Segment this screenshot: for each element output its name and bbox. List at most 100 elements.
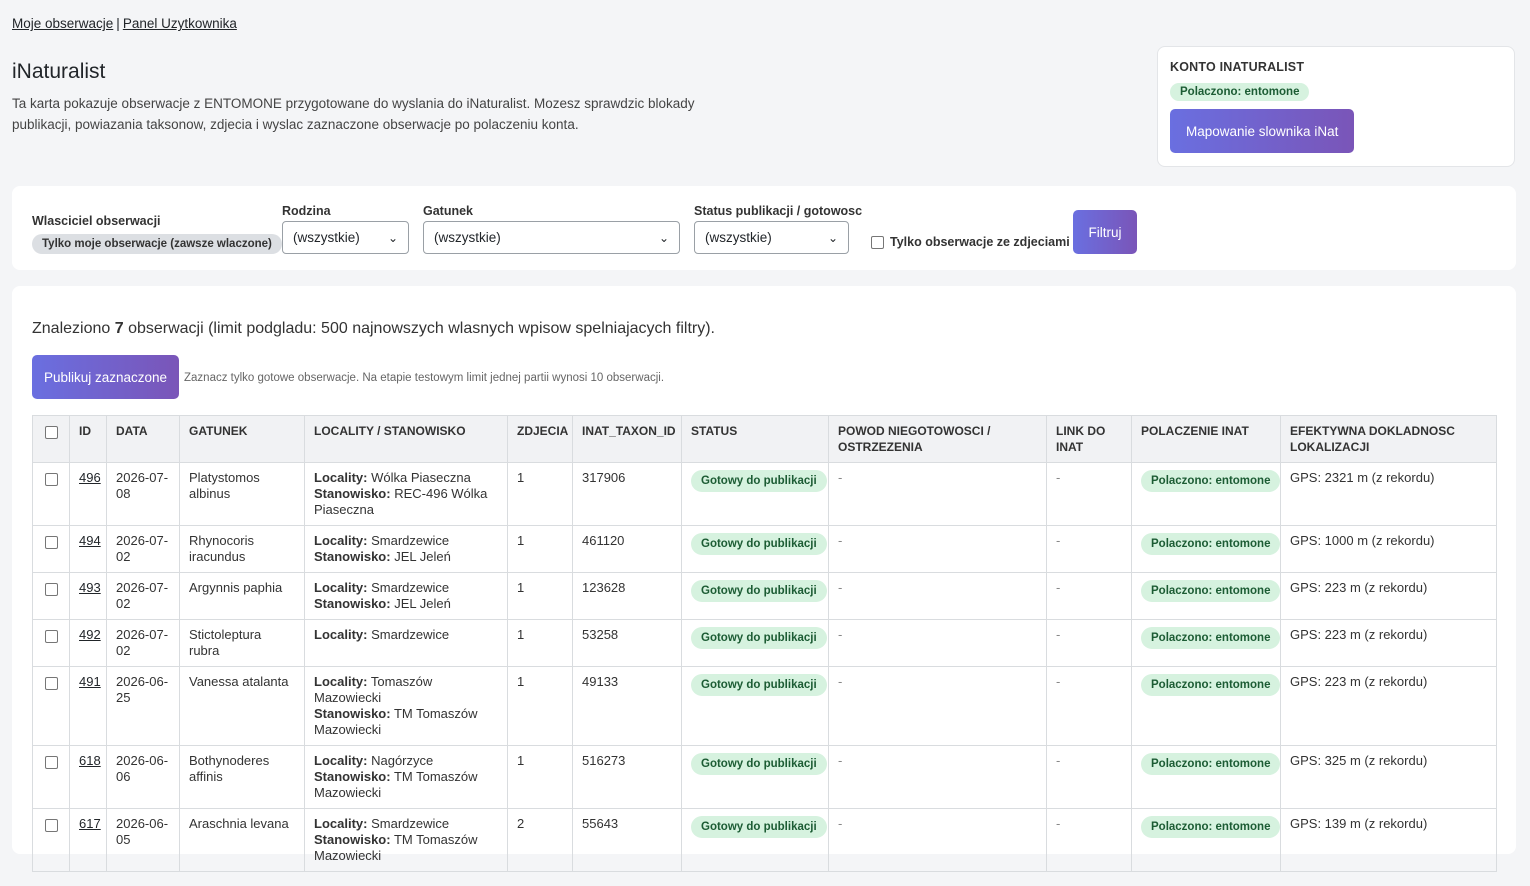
locality-label: Locality: (314, 816, 368, 831)
connection-badge: Polaczono: entomone (1141, 674, 1281, 696)
nav-link-my-observations[interactable]: Moje obserwacje (12, 16, 113, 31)
species-cell: Rhynocoris iracundus (179, 525, 305, 573)
family-select-value: (wszystkie) (293, 230, 360, 245)
observation-id-link[interactable]: 494 (79, 533, 101, 548)
connection-cell: Polaczono: entomone (1131, 745, 1281, 809)
status-label: Status publikacji / gotowosc (694, 204, 863, 218)
taxon-cell: 55643 (572, 808, 682, 872)
photos-only-filter: Tylko obserwacje ze zdjeciami (871, 235, 1070, 249)
row-checkbox[interactable] (44, 756, 58, 769)
col-locality: LOCALITY / STANOWISKO (304, 415, 508, 463)
link-cell: - (1046, 619, 1132, 667)
connection-badge: Polaczono: entomone (1141, 580, 1281, 602)
family-label: Rodzina (282, 204, 331, 218)
observation-id-link[interactable]: 492 (79, 627, 101, 642)
row-checkbox[interactable] (44, 583, 58, 596)
found-suffix: obserwacji (limit podgladu: 500 najnowsz… (123, 320, 715, 337)
observation-id-link[interactable]: 491 (79, 674, 101, 689)
link-cell: - (1046, 745, 1132, 809)
id-cell: 492 (69, 619, 107, 667)
row-checkbox[interactable] (44, 536, 58, 549)
select-all-cell (32, 415, 70, 463)
connection-cell: Polaczono: entomone (1131, 666, 1281, 746)
connection-cell: Polaczono: entomone (1131, 808, 1281, 872)
locality-cell: Locality: Smardzewice Stanowisko: JEL Jel… (304, 572, 508, 620)
taxon-cell: 317906 (572, 462, 682, 526)
species-select[interactable]: (wszystkie) ⌄ (423, 221, 680, 254)
status-select-value: (wszystkie) (705, 230, 772, 245)
photos-only-label: Tylko obserwacje ze zdjeciami (890, 235, 1070, 249)
connection-cell: Polaczono: entomone (1131, 572, 1281, 620)
id-cell: 493 (69, 572, 107, 620)
site-value: JEL Jeleń (394, 549, 451, 564)
date-cell: 2026-07-08 (106, 462, 180, 526)
photos-cell: 1 (507, 619, 573, 667)
observation-id-link[interactable]: 617 (79, 816, 101, 831)
row-select-cell (32, 619, 70, 667)
locality-value: Smardzewice (371, 580, 450, 595)
table-row: 493 2026-07-02 Argynnis paphia Locality: Sm… (32, 572, 1497, 620)
locality-cell: Locality: Smardzewice (304, 619, 508, 667)
reason-cell: - (828, 462, 1047, 526)
observation-id-link[interactable]: 493 (79, 580, 101, 595)
id-cell: 496 (69, 462, 107, 526)
connection-badge: Polaczono: entomone (1141, 627, 1281, 649)
photos-cell: 1 (507, 525, 573, 573)
col-taxon: INAT_TAXON_ID (572, 415, 682, 463)
col-date: DATA (106, 415, 180, 463)
locality-cell: Locality: Wólka Piaseczna Stanowisko: REC… (304, 462, 508, 526)
photos-cell: 2 (507, 808, 573, 872)
table-row: 618 2026-06-06 Bothynoderes affinis Localit… (32, 745, 1497, 809)
dictionary-mapping-button[interactable]: Mapowanie slownika iNat (1170, 109, 1355, 153)
observations-table: ID DATA GATUNEK LOCALITY / STANOWISKO ZD… (32, 415, 1497, 872)
photos-only-checkbox[interactable] (871, 235, 884, 249)
top-nav: Moje obserwacje | Panel Uzytkownika (12, 16, 237, 31)
publish-selected-button[interactable]: Publikuj zaznaczone (32, 355, 179, 399)
table-row: 491 2026-06-25 Vanessa atalanta Locality: T… (32, 666, 1497, 746)
reason-cell: - (828, 572, 1047, 620)
locality-value: Smardzewice (371, 533, 450, 548)
status-cell: Gotowy do publikacji (681, 666, 829, 746)
site-label: Stanowisko: (314, 486, 391, 501)
id-cell: 617 (69, 808, 107, 872)
inaturalist-account-card: KONTO INATURALIST Polaczono: entomone Ma… (1157, 46, 1515, 167)
status-cell: Gotowy do publikacji (681, 572, 829, 620)
accuracy-cell: GPS: 223 m (z rekordu) (1280, 619, 1497, 667)
connection-cell: Polaczono: entomone (1131, 462, 1281, 526)
chevron-down-icon: ⌄ (827, 230, 838, 245)
date-cell: 2026-07-02 (106, 572, 180, 620)
site-label: Stanowisko: (314, 769, 391, 784)
publish-hint: Zaznacz tylko gotowe obserwacje. Na etap… (184, 372, 665, 384)
connection-badge: Polaczono: entomone (1141, 533, 1281, 555)
status-cell: Gotowy do publikacji (681, 619, 829, 667)
row-checkbox[interactable] (44, 630, 58, 643)
status-select[interactable]: (wszystkie) ⌄ (694, 221, 849, 254)
reason-cell: - (828, 525, 1047, 573)
site-label: Stanowisko: (314, 596, 391, 611)
observation-id-link[interactable]: 618 (79, 753, 101, 768)
family-select[interactable]: (wszystkie) ⌄ (282, 221, 409, 254)
species-label: Gatunek (423, 204, 474, 218)
row-checkbox[interactable] (44, 473, 58, 486)
link-cell: - (1046, 808, 1132, 872)
col-accuracy: EFEKTYWNA DOKLADNOSC LOKALIZACJI (1280, 415, 1497, 463)
col-reason: POWOD NIEGOTOWOSCI / OSTRZEZENIA (828, 415, 1047, 463)
col-species: GATUNEK (179, 415, 305, 463)
select-all-checkbox[interactable] (44, 426, 58, 439)
accuracy-cell: GPS: 325 m (z rekordu) (1280, 745, 1497, 809)
reason-cell: - (828, 619, 1047, 667)
row-select-cell (32, 808, 70, 872)
row-checkbox[interactable] (44, 819, 58, 832)
accuracy-cell: GPS: 1000 m (z rekordu) (1280, 525, 1497, 573)
col-connection: POLACZENIE INAT (1131, 415, 1281, 463)
locality-cell: Locality: Tomaszów Mazowiecki Stanowisko:… (304, 666, 508, 746)
id-cell: 491 (69, 666, 107, 746)
filter-button[interactable]: Filtruj (1073, 210, 1137, 254)
link-cell: - (1046, 572, 1132, 620)
nav-link-user-panel[interactable]: Panel Uzytkownika (123, 16, 237, 31)
accuracy-cell: GPS: 139 m (z rekordu) (1280, 808, 1497, 872)
accuracy-cell: GPS: 223 m (z rekordu) (1280, 572, 1497, 620)
row-checkbox[interactable] (44, 677, 58, 690)
taxon-cell: 516273 (572, 745, 682, 809)
observation-id-link[interactable]: 496 (79, 470, 101, 485)
